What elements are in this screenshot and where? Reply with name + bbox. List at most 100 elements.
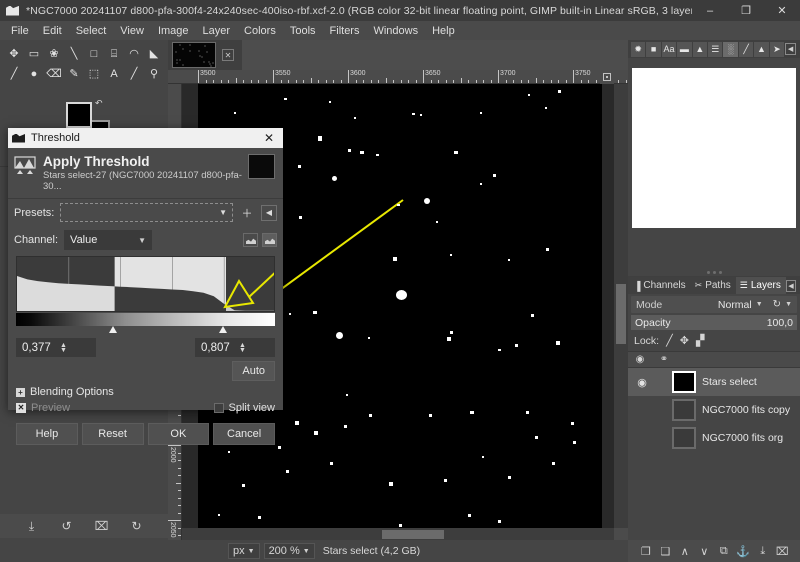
- bucket-fill-tool[interactable]: ◣: [145, 45, 163, 63]
- close-image-icon[interactable]: ✕: [222, 49, 234, 61]
- foreground-color-swatch[interactable]: [66, 102, 92, 128]
- menu-item-view[interactable]: View: [113, 23, 151, 39]
- menu-item-colors[interactable]: Colors: [237, 23, 283, 39]
- blending-options-row[interactable]: + Blending Options: [8, 381, 283, 400]
- swap-colors-icon[interactable]: ↶: [95, 98, 103, 109]
- tab-layers[interactable]: ☰ Layers: [735, 277, 786, 294]
- text-tool[interactable]: A: [105, 65, 123, 83]
- menu-item-image[interactable]: Image: [151, 23, 196, 39]
- threshold-dialog[interactable]: Threshold ✕ Apply Threshold Stars select…: [8, 128, 283, 445]
- high-threshold-spinner[interactable]: 0,807 ▲ ▼: [195, 338, 275, 357]
- menu-item-windows[interactable]: Windows: [366, 23, 425, 39]
- dialog-close-icon[interactable]: ✕: [259, 131, 279, 145]
- crop-tool[interactable]: □: [85, 45, 103, 63]
- tab-palettes[interactable]: ▲: [692, 41, 708, 57]
- lock-pixels-icon[interactable]: ╱: [666, 334, 673, 347]
- manage-presets-button[interactable]: ◀: [261, 204, 277, 221]
- lock-position-icon[interactable]: ✥: [680, 334, 689, 347]
- tab-gradients[interactable]: ▬: [677, 41, 692, 57]
- clone-tool[interactable]: ⬚: [85, 65, 103, 83]
- menu-item-edit[interactable]: Edit: [36, 23, 69, 39]
- spinner-arrows-icon[interactable]: ▲ ▼: [239, 342, 273, 354]
- reset-button[interactable]: Reset: [81, 423, 144, 445]
- brushes-list-area[interactable]: [632, 68, 796, 228]
- warp-tool[interactable]: ◠: [125, 45, 143, 63]
- vertical-scrollbar[interactable]: ▲: [614, 84, 628, 548]
- menu-item-file[interactable]: File: [4, 23, 36, 39]
- collapse-layers-dock-icon[interactable]: ◀: [785, 280, 796, 292]
- restore-tool-preset-button[interactable]: ↺: [57, 517, 77, 535]
- layer-visibility-icon[interactable]: ◉: [630, 376, 654, 389]
- menu-item-help[interactable]: Help: [425, 23, 462, 39]
- dock-grip[interactable]: [628, 268, 800, 276]
- maximize-button[interactable]: ❐: [728, 0, 764, 21]
- delete-layer-button[interactable]: ⌧: [774, 543, 790, 559]
- anchor-layer-button[interactable]: ⚓: [735, 543, 751, 559]
- move-tool[interactable]: ✥: [5, 45, 23, 63]
- high-threshold-handle[interactable]: [219, 326, 228, 333]
- free-select-tool[interactable]: ❀: [45, 45, 63, 63]
- tab-paths[interactable]: ✂ Paths: [690, 277, 736, 294]
- new-layer-button[interactable]: ❐: [638, 543, 654, 559]
- expander-plus-icon[interactable]: +: [16, 387, 25, 397]
- logarithmic-histogram-button[interactable]: [262, 233, 277, 247]
- horizontal-ruler[interactable]: 3500 3550 3600 3650 3700 3750: [168, 70, 628, 84]
- blend-mode-row[interactable]: Mode Normal ▼ ↻ ▼: [631, 296, 797, 313]
- merge-layer-button[interactable]: ⤓: [755, 543, 771, 559]
- raise-layer-button[interactable]: ∧: [677, 543, 693, 559]
- tab-selected[interactable]: ░: [723, 41, 738, 57]
- lock-alpha-icon[interactable]: ▞: [696, 334, 704, 347]
- tab-pointer[interactable]: ➤: [769, 41, 785, 57]
- delete-tool-preset-button[interactable]: ⌧: [92, 517, 112, 535]
- tab-patterns[interactable]: ■: [646, 41, 661, 57]
- menu-item-layer[interactable]: Layer: [196, 23, 238, 39]
- collapse-dock-icon[interactable]: ◀: [785, 43, 797, 55]
- low-threshold-spinner[interactable]: 0,377 ▲ ▼: [16, 338, 96, 357]
- auto-button[interactable]: Auto: [232, 361, 275, 381]
- save-tool-preset-button[interactable]: ⤓: [22, 517, 42, 535]
- rectangle-select-tool[interactable]: ▭: [25, 45, 43, 63]
- menu-item-filters[interactable]: Filters: [323, 23, 367, 39]
- help-button[interactable]: Help: [16, 423, 78, 445]
- split-view-checkbox[interactable]: [213, 403, 224, 413]
- transform-tool[interactable]: ⌸: [105, 45, 123, 63]
- menu-item-tools[interactable]: Tools: [283, 23, 323, 39]
- ruler-menu-button[interactable]: [600, 70, 614, 84]
- close-button[interactable]: ✕: [764, 0, 800, 21]
- tab-brushes[interactable]: ✹: [631, 41, 646, 57]
- paths-tool[interactable]: ╲: [65, 45, 83, 63]
- unit-selector[interactable]: px ▼: [228, 543, 260, 559]
- opacity-slider[interactable]: Opacity 100,0: [631, 315, 797, 330]
- duplicate-layer-button[interactable]: ⧉: [716, 543, 732, 559]
- smudge-tool[interactable]: ●: [25, 65, 43, 83]
- low-threshold-handle[interactable]: [108, 326, 117, 333]
- tab-line[interactable]: ╱: [738, 41, 754, 57]
- minimize-button[interactable]: –: [692, 0, 728, 21]
- brushes-panel[interactable]: [628, 58, 800, 268]
- switch-to-default-values-icon[interactable]: ↻: [773, 299, 781, 310]
- image-thumbnail-tab[interactable]: [172, 42, 216, 68]
- navigation-preview-button[interactable]: [614, 528, 628, 540]
- layer-row[interactable]: NGC7000 fits copy: [628, 396, 800, 424]
- ok-button[interactable]: OK: [147, 423, 210, 445]
- zoom-selector[interactable]: 200 % ▼: [263, 543, 315, 559]
- menu-item-select[interactable]: Select: [69, 23, 114, 39]
- eraser-tool[interactable]: ⌫: [45, 65, 63, 83]
- cancel-button[interactable]: Cancel: [213, 423, 275, 445]
- horizontal-scrollbar[interactable]: [182, 528, 614, 540]
- horizontal-scroll-thumb[interactable]: [382, 530, 444, 539]
- measure-tool[interactable]: ╱: [125, 65, 143, 83]
- tab-triangle[interactable]: ▲: [754, 41, 769, 57]
- chevron-down-icon[interactable]: ▼: [785, 301, 792, 308]
- presets-combobox[interactable]: ▼: [60, 203, 233, 222]
- preview-checkbox[interactable]: ✕: [16, 403, 26, 413]
- layer-row[interactable]: NGC7000 fits org: [628, 424, 800, 452]
- add-preset-button[interactable]: ＋: [239, 205, 255, 221]
- channel-combobox[interactable]: Value ▼: [64, 230, 153, 250]
- tab-tool-presets[interactable]: ☰: [708, 41, 723, 57]
- tab-fonts[interactable]: Aa: [661, 41, 677, 57]
- paintbrush-tool[interactable]: ✎: [65, 65, 83, 83]
- linear-histogram-button[interactable]: [243, 233, 258, 247]
- gradient-tool[interactable]: ╱: [5, 65, 23, 83]
- reset-tool-button[interactable]: ↻: [127, 517, 147, 535]
